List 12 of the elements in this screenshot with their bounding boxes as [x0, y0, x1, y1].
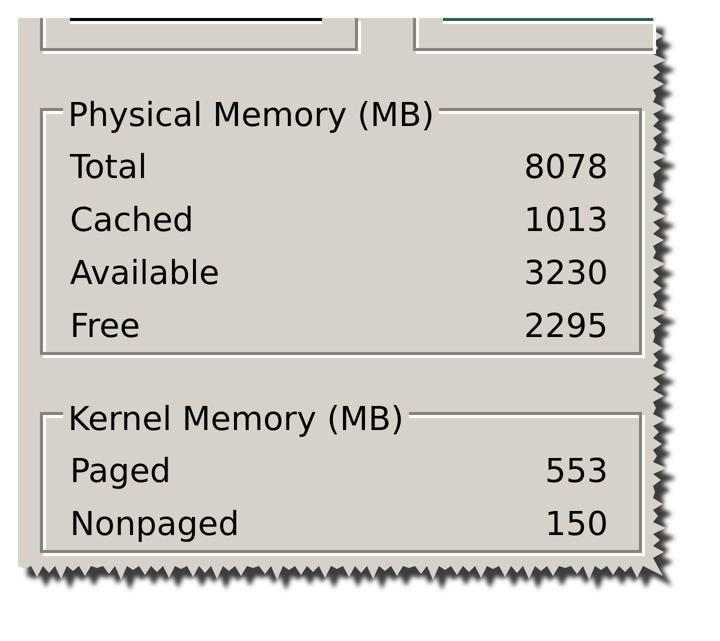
stat-value: 1013	[524, 199, 608, 241]
stat-value: 553	[545, 450, 608, 492]
stat-value: 2295	[524, 305, 608, 347]
stat-label: Paged	[70, 450, 171, 492]
stat-label: Free	[70, 305, 140, 347]
stat-value: 8078	[524, 146, 608, 188]
stat-value: 150	[545, 503, 608, 545]
stat-value: 3230	[524, 252, 608, 294]
stat-label: Total	[70, 146, 148, 188]
stat-label: Cached	[70, 199, 194, 241]
stat-label: Nonpaged	[70, 503, 240, 545]
stat-label: Available	[70, 252, 220, 294]
